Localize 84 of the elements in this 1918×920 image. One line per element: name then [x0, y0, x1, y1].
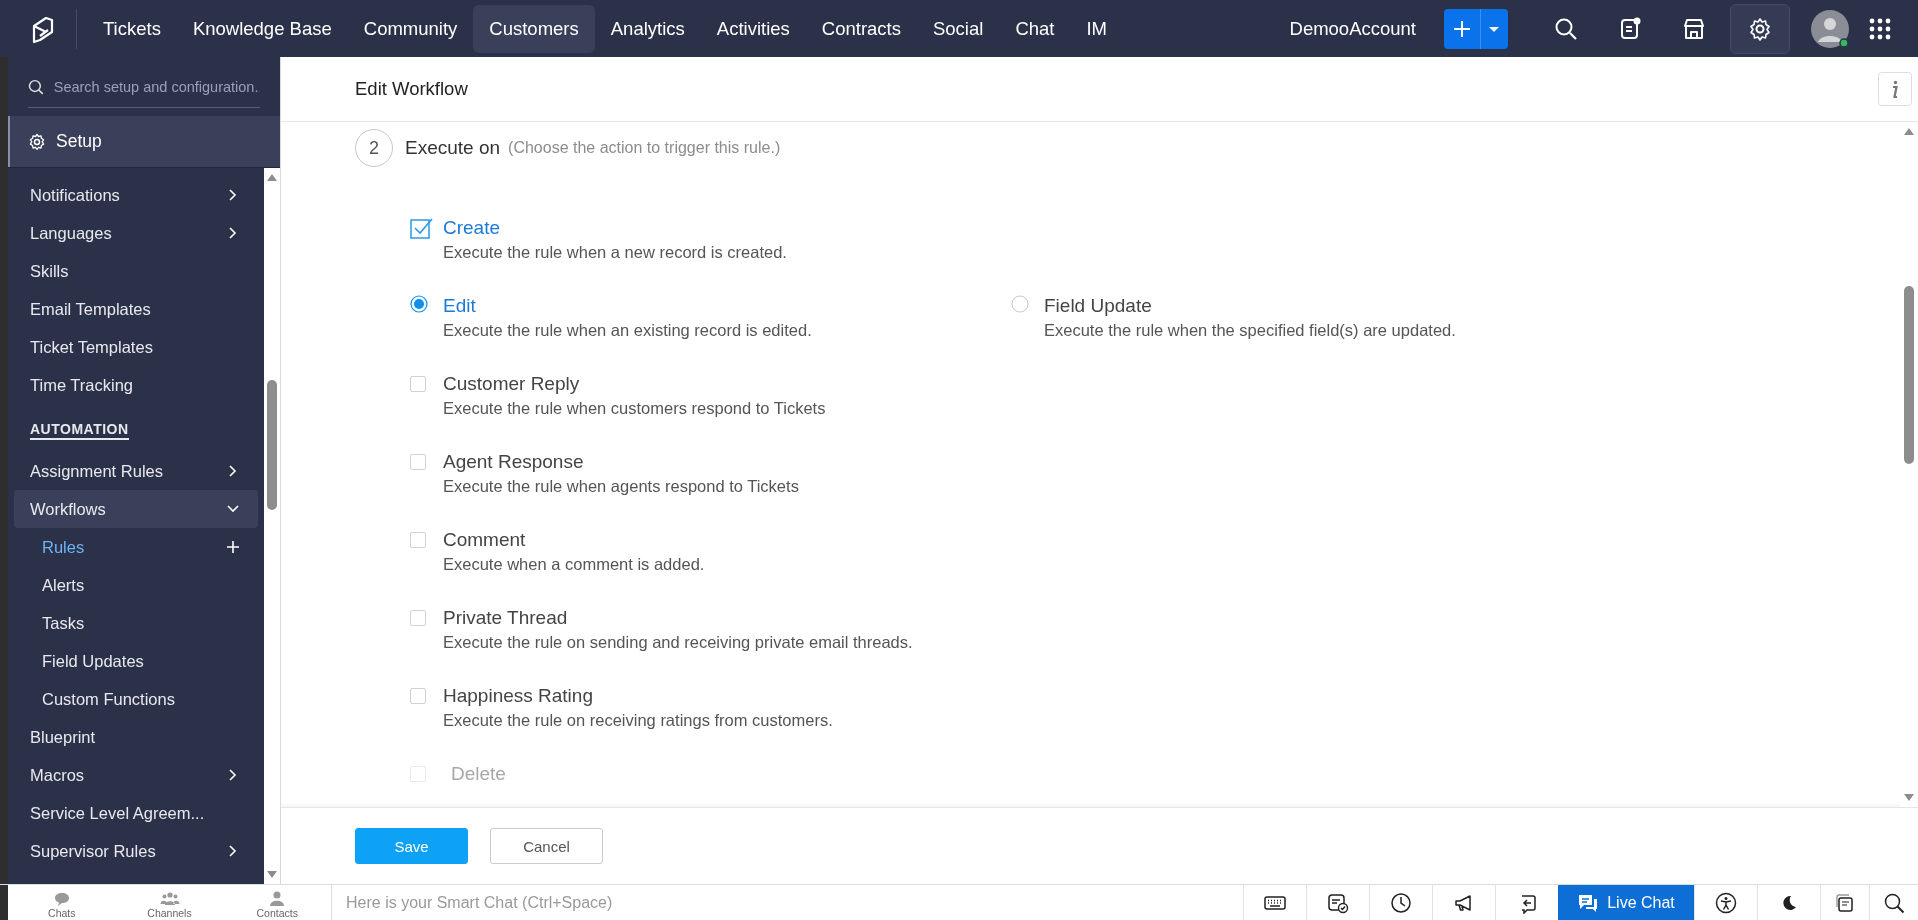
option-description: Execute the rule on receiving ratings from customers.	[443, 711, 834, 730]
search-icon	[28, 79, 44, 95]
sidebar-subitem[interactable]: Custom Functions	[14, 680, 258, 718]
nav-tab[interactable]: Community	[347, 4, 474, 53]
option-description: Execute the rule when the specified field(s) are updated.	[1044, 321, 1457, 340]
scrollbar-thumb[interactable]	[1904, 286, 1914, 464]
nav-tab[interactable]: Contracts	[805, 4, 917, 53]
setup-title: Setup	[56, 131, 102, 152]
sidebar-subitem[interactable]: Tasks	[14, 604, 258, 642]
section-heading: AUTOMATION	[30, 420, 129, 440]
sidebar-item[interactable]: Blueprint	[14, 718, 258, 756]
option-description: Execute the rule on sending and receiving private email threads.	[443, 633, 914, 652]
section-title: Execute on	[405, 137, 501, 159]
option-description: Execute the rule when agents respond to Tickets	[443, 477, 800, 496]
sidebar-item[interactable]: Ticket Templates	[14, 328, 258, 366]
checkbox[interactable]	[410, 376, 426, 392]
option-label[interactable]: Create	[443, 217, 1011, 239]
checkbox[interactable]	[410, 217, 434, 239]
option-description: Execute the rule when a new record is created.	[443, 243, 788, 262]
checkbox[interactable]	[410, 688, 426, 704]
new-button[interactable]	[1444, 8, 1508, 49]
page-title: Edit Workflow	[355, 78, 468, 100]
app-grid-icon[interactable]	[1868, 16, 1892, 41]
plus-icon[interactable]	[226, 540, 240, 554]
setup-header[interactable]: Setup	[8, 116, 280, 167]
cancel-button[interactable]: Cancel	[490, 828, 603, 864]
search-icon[interactable]	[1883, 891, 1905, 914]
app-shortcut[interactable]: Chats	[8, 885, 116, 920]
nav-tab[interactable]: Analytics	[594, 4, 701, 53]
checkbox[interactable]	[410, 454, 426, 470]
sidebar-item[interactable]: Service Level Agreem...	[14, 794, 258, 832]
option-label[interactable]: Field Update	[1044, 295, 1612, 317]
chat-bubbles-icon	[1577, 892, 1600, 913]
sidebar-subitem[interactable]: Field Updates	[14, 642, 258, 680]
app-shortcut[interactable]: Contacts	[223, 885, 331, 920]
checkbox[interactable]	[410, 610, 426, 626]
sidebar-item[interactable]: Workflows	[14, 490, 258, 528]
sidebar-item[interactable]: Assignment Rules	[14, 452, 258, 490]
nav-tab[interactable]: Social	[917, 4, 1000, 53]
sidebar-item[interactable]: Time Tracking	[14, 366, 258, 404]
option-label[interactable]: Customer Reply	[443, 373, 1011, 395]
option-label[interactable]: Private Thread	[443, 607, 1011, 629]
option-label[interactable]: Happiness Rating	[443, 685, 1011, 707]
user-avatar[interactable]	[1810, 8, 1850, 49]
option-description: Execute when a comment is added.	[443, 555, 706, 574]
option-label[interactable]: Agent Response	[443, 451, 1011, 473]
account-name[interactable]: DemooAccount	[1289, 17, 1416, 40]
scroll-down-icon[interactable]	[1903, 793, 1915, 803]
option-label[interactable]: Edit	[443, 295, 1011, 317]
nav-tab[interactable]: Activities	[700, 4, 806, 53]
nav-tab[interactable]: Knowledge Base	[176, 4, 348, 53]
option-description: Execute the rule when customers respond to Tickets	[443, 399, 827, 418]
scrollbar-thumb[interactable]	[267, 380, 277, 510]
settings-icon[interactable]	[1747, 15, 1773, 42]
nav-tab[interactable]: Chat	[999, 4, 1071, 53]
checkbox[interactable]	[410, 532, 426, 548]
sidebar-item[interactable]: Notifications	[14, 176, 258, 214]
radio-button[interactable]	[410, 295, 428, 313]
accessibility-icon[interactable]	[1715, 891, 1737, 914]
sidebar-item[interactable]: Email Templates	[14, 290, 258, 328]
nav-tab[interactable]: Customers	[473, 4, 595, 53]
sidebar-subitem[interactable]: Alerts	[14, 566, 258, 604]
task-check-icon[interactable]	[1327, 891, 1349, 914]
nav-tab[interactable]: Tickets	[87, 4, 177, 53]
sidebar-item[interactable]: Skills	[14, 252, 258, 290]
scroll-down-icon[interactable]	[266, 870, 278, 880]
clock-icon[interactable]	[1390, 891, 1412, 914]
sidebar-item[interactable]: Supervisor Rules	[14, 832, 258, 870]
scroll-up-icon[interactable]	[1903, 126, 1915, 136]
info-icon[interactable]	[1878, 72, 1912, 106]
people-icon	[159, 890, 180, 907]
nav-tab[interactable]: IM	[1070, 4, 1123, 53]
sidebar-subitem[interactable]: Rules	[14, 528, 258, 566]
scroll-up-icon[interactable]	[266, 172, 278, 182]
section-hint: (Choose the action to trigger this rule.)	[508, 139, 781, 157]
sidebar-item[interactable]: Languages	[14, 214, 258, 252]
settings-icon	[28, 132, 46, 151]
option-description: Execute the rule when an existing record is edited.	[443, 321, 813, 340]
app-shortcut[interactable]: Channels	[115, 885, 224, 920]
sidebar-item[interactable]: Macros	[14, 756, 258, 794]
option-label[interactable]: Comment	[443, 529, 1011, 551]
live-chat-button[interactable]: Live Chat	[1558, 885, 1694, 920]
radio-button[interactable]	[1011, 295, 1029, 313]
notes-stack-icon[interactable]	[1834, 891, 1856, 914]
